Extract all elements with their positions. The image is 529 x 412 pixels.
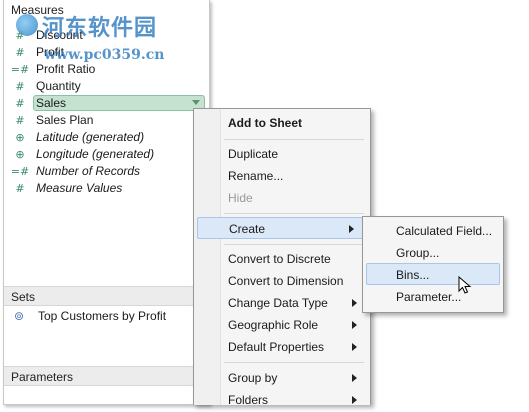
- submenu-arrow-icon: [349, 225, 354, 233]
- menu-separator: [224, 244, 364, 245]
- chevron-down-icon[interactable]: [192, 100, 200, 105]
- menu-item-folders[interactable]: Folders: [197, 389, 367, 411]
- submenu-item-calculated-field[interactable]: Calculated Field...: [366, 220, 500, 242]
- menu-item-geographic-role[interactable]: Geographic Role: [197, 314, 367, 336]
- field-profit-ratio[interactable]: =# Profit Ratio: [10, 61, 96, 77]
- menu-separator: [224, 362, 364, 363]
- hash-icon: #: [15, 97, 25, 110]
- watermark-logo-icon: [16, 14, 38, 36]
- globe-icon: ⊕: [15, 131, 25, 144]
- hash-icon: #: [15, 46, 25, 59]
- calculated-hash-icon: =#: [10, 63, 30, 76]
- parameters-header: Parameters: [4, 366, 209, 386]
- field-latitude[interactable]: ⊕ Latitude (generated): [10, 129, 144, 145]
- submenu-arrow-icon: [352, 374, 357, 382]
- field-number-of-records[interactable]: =# Number of Records: [10, 163, 140, 179]
- create-submenu: Calculated Field... Group... Bins... Par…: [362, 216, 504, 313]
- watermark-url: www.pc0359.cn: [44, 47, 165, 63]
- menu-item-add-to-sheet[interactable]: Add to Sheet: [197, 112, 367, 134]
- set-icon: ⊚: [14, 309, 25, 323]
- context-menu: Add to Sheet Duplicate Rename... Hide Cr…: [193, 108, 371, 407]
- menu-item-default-properties[interactable]: Default Properties: [197, 336, 367, 358]
- set-item-top-customers[interactable]: ⊚ Top Customers by Profit: [14, 308, 166, 324]
- field-sales[interactable]: # Sales: [10, 95, 66, 111]
- field-longitude[interactable]: ⊕ Longitude (generated): [10, 146, 154, 162]
- field-measure-values[interactable]: # Measure Values: [10, 180, 122, 196]
- field-sales-plan[interactable]: # Sales Plan: [10, 112, 93, 128]
- hash-icon: #: [15, 80, 25, 93]
- submenu-item-group[interactable]: Group...: [366, 242, 500, 264]
- menu-item-convert-to-discrete[interactable]: Convert to Discrete: [197, 248, 367, 270]
- submenu-arrow-icon: [352, 396, 357, 404]
- menu-item-change-data-type[interactable]: Change Data Type: [197, 292, 367, 314]
- submenu-item-parameter[interactable]: Parameter...: [366, 286, 500, 308]
- menu-separator: [224, 139, 364, 140]
- sets-header: Sets: [4, 286, 209, 306]
- watermark-text: 河东软件园: [42, 15, 158, 41]
- menu-item-hide: Hide: [228, 191, 253, 205]
- menu-item-convert-to-dimension[interactable]: Convert to Dimension: [197, 270, 367, 292]
- submenu-item-bins[interactable]: Bins...: [366, 263, 500, 285]
- calculated-hash-icon: =#: [10, 165, 30, 178]
- menu-item-rename[interactable]: Rename...: [197, 165, 367, 187]
- menu-item-create[interactable]: Create: [197, 217, 365, 239]
- hash-icon: #: [15, 182, 25, 195]
- globe-icon: ⊕: [15, 148, 25, 161]
- field-quantity[interactable]: # Quantity: [10, 78, 80, 94]
- menu-item-duplicate[interactable]: Duplicate: [197, 143, 367, 165]
- submenu-arrow-icon: [352, 321, 357, 329]
- menu-separator: [224, 213, 364, 214]
- calculated-hash-icon: #: [15, 114, 25, 127]
- submenu-arrow-icon: [352, 343, 357, 351]
- menu-item-group-by[interactable]: Group by: [197, 367, 367, 389]
- mouse-pointer-icon: [458, 276, 472, 294]
- submenu-arrow-icon: [352, 299, 357, 307]
